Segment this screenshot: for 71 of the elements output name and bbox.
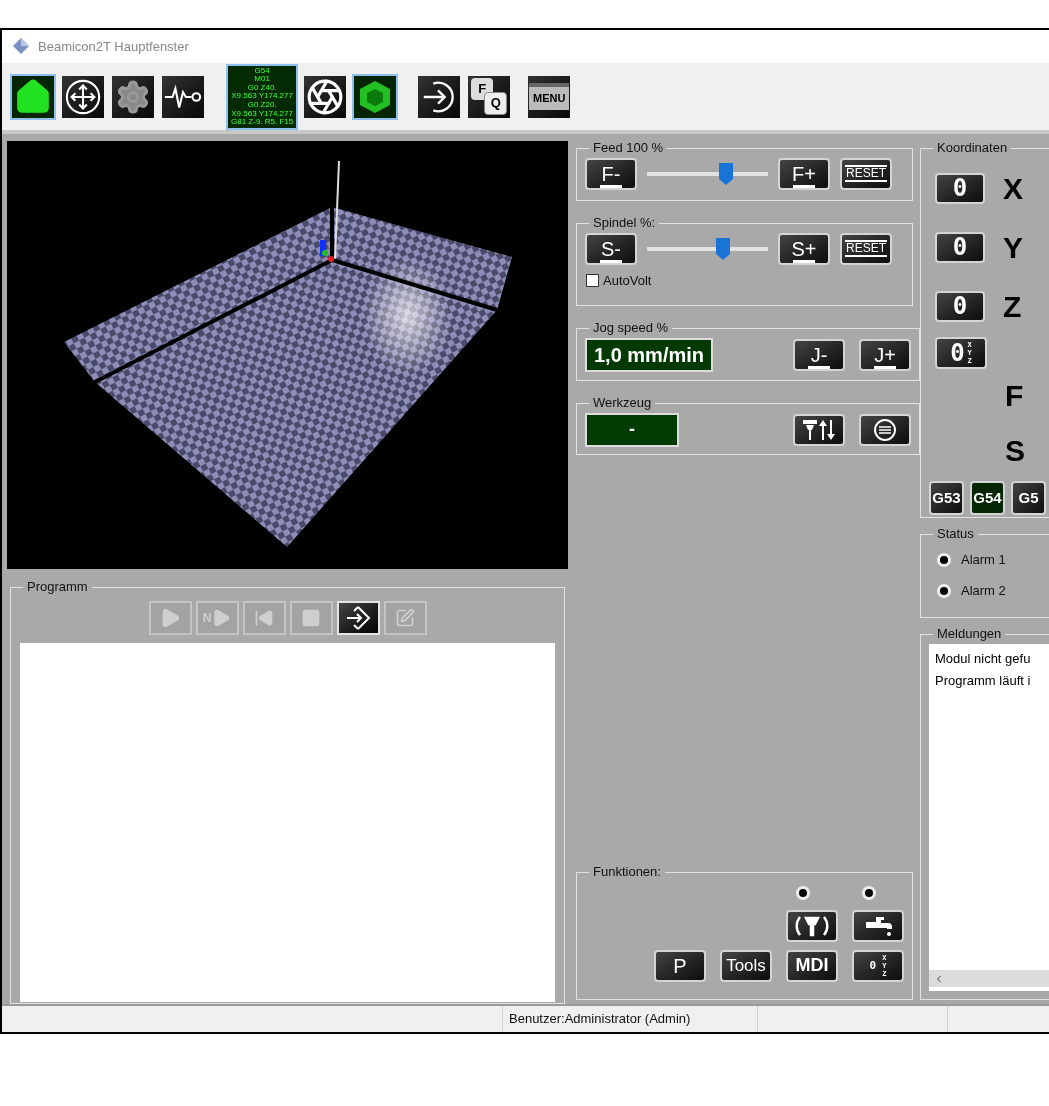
- coolant-button[interactable]: [852, 909, 904, 942]
- slider[interactable]: [647, 237, 768, 260]
- axis-label: Z: [1003, 288, 1022, 325]
- offset-button[interactable]: G54: [970, 480, 1005, 515]
- horizontal-scrollbar[interactable]: [929, 970, 1049, 988]
- status-bar-text: Benutzer:Administrator (Admin): [509, 1010, 691, 1029]
- 3d-viewport[interactable]: [7, 141, 568, 570]
- menu-label: MENU: [529, 83, 570, 110]
- group-title: Meldungen: [937, 626, 1002, 642]
- group-title: Werkzeug: [593, 395, 652, 411]
- slider[interactable]: [647, 162, 768, 185]
- pulse-icon: [164, 83, 202, 110]
- function-button[interactable]: MDI: [786, 949, 838, 982]
- coordinate-value[interactable]: 0: [935, 290, 985, 322]
- tool-change-button[interactable]: [793, 413, 845, 446]
- alarm-label: Alarm 1: [961, 550, 1006, 569]
- group-title: Jog speed %: [593, 320, 669, 336]
- spindle-button[interactable]: [786, 909, 838, 942]
- axis-label: Y: [1003, 229, 1023, 266]
- step-button[interactable]: F+: [778, 157, 830, 190]
- group-title: Programm: [27, 579, 88, 595]
- group-title: Status: [937, 526, 974, 542]
- messages-list[interactable]: Modul nicht gefu Programm läuft i: [929, 643, 1049, 992]
- program-button[interactable]: [336, 600, 380, 635]
- message-line: Modul nicht gefu: [935, 649, 1032, 668]
- tool-settings-button[interactable]: [859, 413, 911, 446]
- home-icon: [14, 77, 52, 116]
- checkbox[interactable]: [586, 274, 599, 288]
- enter-diamond-icon: [345, 604, 371, 631]
- checkbox-label: AutoVolt: [603, 271, 652, 290]
- axis-label: F: [1005, 377, 1024, 414]
- step-button[interactable]: J-: [793, 338, 845, 371]
- step-button[interactable]: S+: [778, 232, 830, 265]
- axis-label: S: [1005, 432, 1025, 469]
- tool-display: -: [585, 412, 679, 447]
- play-icon: [211, 607, 232, 628]
- app-diamond-icon: [12, 37, 30, 56]
- slider-thumb[interactable]: [718, 162, 733, 185]
- sliders-circle-icon: [873, 417, 897, 442]
- slider-thumb[interactable]: [716, 237, 731, 260]
- group-title: Koordinaten: [937, 140, 1008, 156]
- step-button[interactable]: S-: [585, 232, 637, 265]
- group-title: Feed 100 %: [593, 140, 664, 156]
- alarm-label: Alarm 2: [961, 582, 1006, 601]
- function-button[interactable]: P: [654, 949, 706, 982]
- step-button[interactable]: F-: [585, 157, 637, 190]
- toolbar-button[interactable]: MENU: [526, 73, 573, 120]
- move-arrows-icon: [64, 77, 102, 116]
- function-button[interactable]: Tools: [720, 949, 772, 982]
- window-title: Beamicon2T Hauptfenster: [38, 37, 189, 56]
- key-cap: Q: [484, 91, 508, 115]
- step-button[interactable]: J+: [859, 338, 911, 371]
- drill-arrows-icon: [801, 417, 837, 442]
- group-title: Funktionen:: [593, 864, 661, 880]
- stop-icon: [301, 607, 321, 628]
- offset-button[interactable]: G53: [929, 480, 964, 515]
- reset-button[interactable]: RESET: [840, 157, 892, 190]
- group-title: Spindel %:: [593, 215, 656, 231]
- coordinate-value[interactable]: 0: [935, 172, 985, 204]
- jog-speed-display: 1,0 mm/min: [585, 337, 713, 372]
- edit-icon: [395, 607, 415, 628]
- aperture-icon: [306, 77, 345, 116]
- gear-icon: [115, 78, 151, 115]
- reset-button[interactable]: RESET: [840, 232, 892, 265]
- toolbar-button[interactable]: F Q: [466, 73, 513, 120]
- offset-button[interactable]: G5: [1011, 480, 1046, 515]
- axis-label: X: [1003, 170, 1023, 207]
- toolbar-button[interactable]: [352, 73, 399, 120]
- message-line: Programm läuft i: [935, 671, 1032, 690]
- coordinate-value[interactable]: 0: [935, 231, 985, 263]
- toolbar-button[interactable]: [10, 73, 56, 120]
